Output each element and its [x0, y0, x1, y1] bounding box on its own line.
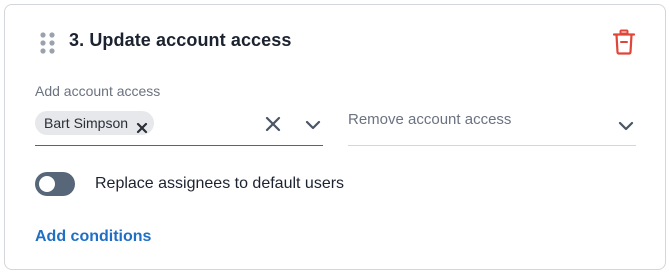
drag-handle-icon[interactable]: [37, 29, 59, 57]
step-title: 3. Update account access: [69, 30, 292, 50]
add-conditions-link[interactable]: Add conditions: [35, 228, 151, 246]
chevron-down-icon[interactable]: [618, 119, 634, 131]
replace-assignees-toggle[interactable]: [35, 172, 75, 196]
remove-account-access-placeholder: Remove account access: [348, 111, 512, 128]
chip-label: Bart Simpson: [44, 115, 129, 131]
close-icon[interactable]: [136, 117, 148, 134]
chevron-down-icon[interactable]: [305, 118, 321, 130]
selected-user-chip: Bart Simpson: [35, 111, 155, 135]
remove-account-access-select[interactable]: Remove account access: [348, 105, 636, 146]
clear-selection-icon[interactable]: [265, 116, 281, 132]
toggle-knob: [39, 176, 55, 192]
trash-icon[interactable]: [612, 29, 636, 55]
add-account-access-select[interactable]: Bart Simpson: [35, 105, 323, 146]
add-account-access-label: Add account access: [35, 83, 161, 99]
replace-assignees-label: Replace assignees to default users: [95, 175, 345, 192]
update-account-access-step-card: 3. Update account access Add account acc…: [4, 4, 666, 270]
